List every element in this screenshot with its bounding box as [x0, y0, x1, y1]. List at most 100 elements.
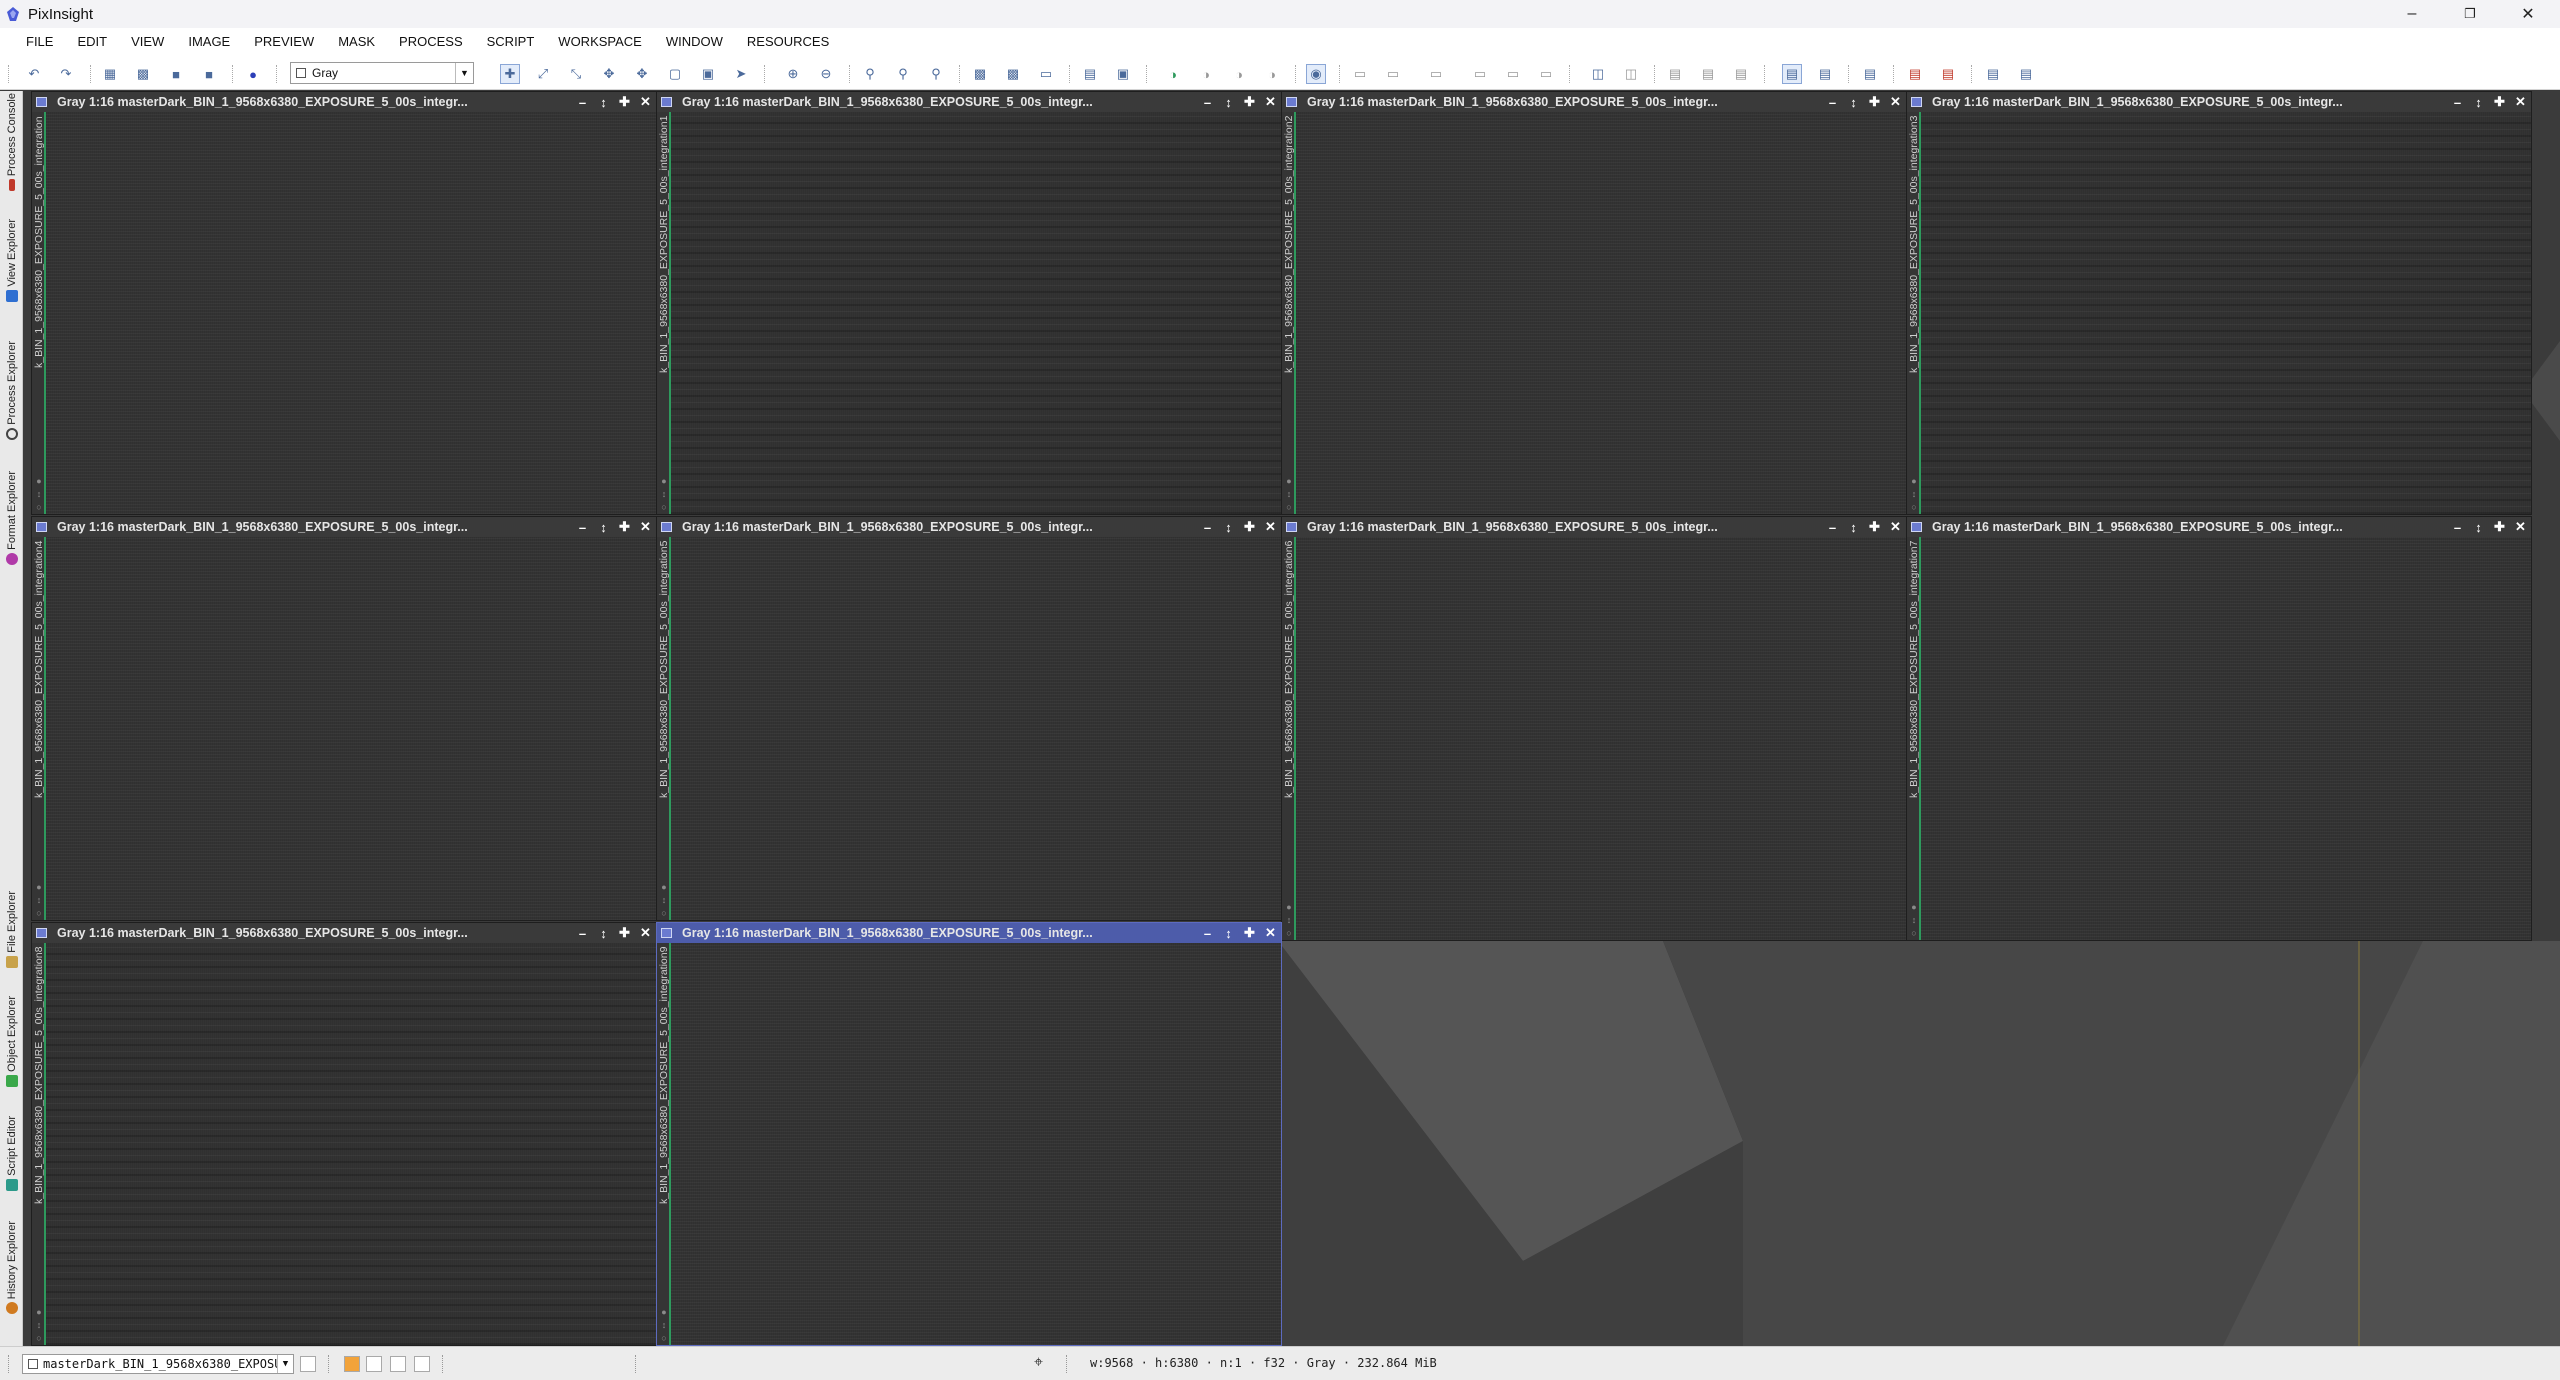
view-id-tab[interactable]: k_BIN_1_9568x6380_EXPOSURE_5_00s_integra…: [657, 112, 671, 514]
workspace-5-button[interactable]: ▤: [1938, 64, 1958, 84]
icon-button-d[interactable]: ▭: [1470, 64, 1490, 84]
minimize-icon[interactable]: –: [2447, 520, 2468, 535]
maximize-icon[interactable]: ✚: [1239, 519, 1260, 535]
icon-button-a[interactable]: ▭: [1350, 64, 1370, 84]
image-window-integration7[interactable]: Gray 1:16 masterDark_BIN_1_9568x6380_EXP…: [1906, 516, 2532, 941]
screen-stretch-button[interactable]: ▩: [970, 64, 990, 84]
image-window-titlebar[interactable]: Gray 1:16 masterDark_BIN_1_9568x6380_EXP…: [1282, 92, 1906, 112]
image-canvas[interactable]: [1296, 537, 1906, 940]
close-icon[interactable]: ✕: [1260, 519, 1281, 535]
maximize-icon[interactable]: ✚: [2489, 94, 2510, 110]
menu-preview[interactable]: PREVIEW: [242, 28, 326, 56]
tile-button[interactable]: ▤: [1080, 64, 1100, 84]
sidebar-tab-object-explorer[interactable]: Object Explorer: [0, 996, 23, 1087]
icon-button-f[interactable]: ▭: [1536, 64, 1556, 84]
close-icon[interactable]: ✕: [1885, 519, 1906, 535]
channel-swatch[interactable]: [390, 1356, 406, 1372]
sidebar-tab-process-explorer[interactable]: Process Explorer: [0, 341, 23, 440]
image-window-titlebar[interactable]: Gray 1:16 masterDark_BIN_1_9568x6380_EXP…: [1282, 517, 1906, 537]
workspace-6-button[interactable]: ▤: [1983, 64, 2003, 84]
shade-icon[interactable]: ↕: [1218, 926, 1239, 941]
cascade-button[interactable]: ▣: [1113, 64, 1133, 84]
zoom-in-button[interactable]: ⊕: [783, 64, 803, 84]
menu-image[interactable]: IMAGE: [176, 28, 242, 56]
zoom-out-button[interactable]: ⊖: [816, 64, 836, 84]
image-canvas[interactable]: [1296, 112, 1906, 514]
shade-icon[interactable]: ↕: [593, 520, 614, 535]
minimize-icon[interactable]: –: [572, 520, 593, 535]
layout-button-c[interactable]: ▤: [1665, 64, 1685, 84]
workspace-3-button[interactable]: ▤: [1860, 64, 1880, 84]
menu-script[interactable]: SCRIPT: [475, 28, 547, 56]
maximize-icon[interactable]: ✚: [1864, 519, 1885, 535]
minimize-button[interactable]: –: [2383, 0, 2441, 28]
shade-icon[interactable]: ↕: [2468, 520, 2489, 535]
close-icon[interactable]: ✕: [635, 519, 656, 535]
close-icon[interactable]: ✕: [635, 94, 656, 110]
image-window-titlebar[interactable]: Gray 1:16 masterDark_BIN_1_9568x6380_EXP…: [32, 517, 656, 537]
view-id-tab[interactable]: k_BIN_1_9568x6380_EXPOSURE_5_00s_integra…: [657, 537, 671, 920]
zoom-to-fit-button[interactable]: ⤢: [533, 64, 553, 84]
maximize-icon[interactable]: ✚: [614, 925, 635, 941]
minimize-icon[interactable]: –: [572, 95, 593, 110]
channel-swatch[interactable]: [414, 1356, 430, 1372]
move-button[interactable]: ✥: [632, 64, 652, 84]
image-canvas[interactable]: [1921, 537, 2531, 940]
close-icon[interactable]: ✕: [635, 925, 656, 941]
redo-button[interactable]: ↷: [56, 64, 76, 84]
view-id-tab[interactable]: k_BIN_1_9568x6380_EXPOSURE_5_00s_integra…: [1907, 112, 1921, 514]
layout-button-b[interactable]: ◫: [1621, 64, 1641, 84]
minimize-icon[interactable]: –: [1197, 520, 1218, 535]
mask-invert-button[interactable]: ◑: [1229, 64, 1249, 84]
close-icon[interactable]: ✕: [2510, 94, 2531, 110]
mask-remove-button[interactable]: ◑: [1262, 64, 1282, 84]
close-icon[interactable]: ✕: [2510, 519, 2531, 535]
view-id-tab[interactable]: k_BIN_1_9568x6380_EXPOSURE_5_00s_integra…: [32, 537, 46, 920]
menu-view[interactable]: VIEW: [119, 28, 176, 56]
layout-button-a[interactable]: ◫: [1588, 64, 1608, 84]
mask-color-swatch[interactable]: [344, 1356, 360, 1372]
shade-icon[interactable]: ↕: [593, 926, 614, 941]
view-id-tab[interactable]: k_BIN_1_9568x6380_EXPOSURE_5_00s_integra…: [1907, 537, 1921, 940]
sidebar-tab-history-explorer[interactable]: History Explorer: [0, 1221, 23, 1315]
image-window-integration9[interactable]: Gray 1:16 masterDark_BIN_1_9568x6380_EXP…: [656, 922, 1282, 1346]
new-view-button[interactable]: [300, 1356, 316, 1372]
close-icon[interactable]: ✕: [1260, 925, 1281, 941]
minimize-icon[interactable]: –: [572, 926, 593, 941]
menu-window[interactable]: WINDOW: [654, 28, 735, 56]
view-id-tab[interactable]: k_BIN_1_9568x6380_EXPOSURE_5_00s_integra…: [1282, 112, 1296, 514]
preview-mode-button[interactable]: ▢: [665, 64, 685, 84]
sidebar-tab-file-explorer[interactable]: File Explorer: [0, 891, 23, 968]
image-window-integration3[interactable]: Gray 1:16 masterDark_BIN_1_9568x6380_EXP…: [1906, 91, 2532, 515]
channel-swatch[interactable]: [366, 1356, 382, 1372]
view-id-tab[interactable]: k_BIN_1_9568x6380_EXPOSURE_5_00s_integra…: [32, 943, 46, 1345]
image-window-titlebar[interactable]: Gray 1:16 masterDark_BIN_1_9568x6380_EXP…: [32, 923, 656, 943]
menu-edit[interactable]: EDIT: [65, 28, 119, 56]
image-window-integration5[interactable]: Gray 1:16 masterDark_BIN_1_9568x6380_EXP…: [656, 516, 1282, 921]
icon-button-c[interactable]: ▭: [1426, 64, 1446, 84]
color-mode-select[interactable]: Gray ▼: [290, 62, 474, 84]
image-window-titlebar[interactable]: Gray 1:16 masterDark_BIN_1_9568x6380_EXP…: [657, 517, 1281, 537]
close-window-button[interactable]: ✕: [2499, 0, 2557, 28]
layout-button-d[interactable]: ▤: [1698, 64, 1718, 84]
minimize-icon[interactable]: –: [1822, 95, 1843, 110]
image-window-integration4[interactable]: Gray 1:16 masterDark_BIN_1_9568x6380_EXP…: [31, 516, 657, 921]
pointer-button[interactable]: ➤: [731, 64, 751, 84]
image-canvas[interactable]: [46, 112, 656, 514]
new-window-button[interactable]: ▭: [1036, 64, 1056, 84]
minimize-icon[interactable]: –: [1822, 520, 1843, 535]
close-icon[interactable]: ✕: [1260, 94, 1281, 110]
workspace-4-button[interactable]: ▤: [1905, 64, 1925, 84]
new-image-button[interactable]: ▦: [100, 64, 120, 84]
icon-button-e[interactable]: ▭: [1503, 64, 1523, 84]
image-canvas[interactable]: [1921, 112, 2531, 514]
menu-file[interactable]: FILE: [14, 28, 65, 56]
image-canvas[interactable]: [671, 943, 1281, 1345]
shade-icon[interactable]: ↕: [1843, 95, 1864, 110]
preview-edit-button[interactable]: ▣: [698, 64, 718, 84]
fit-view-button[interactable]: ⤡: [566, 64, 586, 84]
maximize-icon[interactable]: ✚: [614, 94, 635, 110]
stf-button[interactable]: ▩: [1003, 64, 1023, 84]
shade-icon[interactable]: ↕: [2468, 95, 2489, 110]
menu-process[interactable]: PROCESS: [387, 28, 475, 56]
